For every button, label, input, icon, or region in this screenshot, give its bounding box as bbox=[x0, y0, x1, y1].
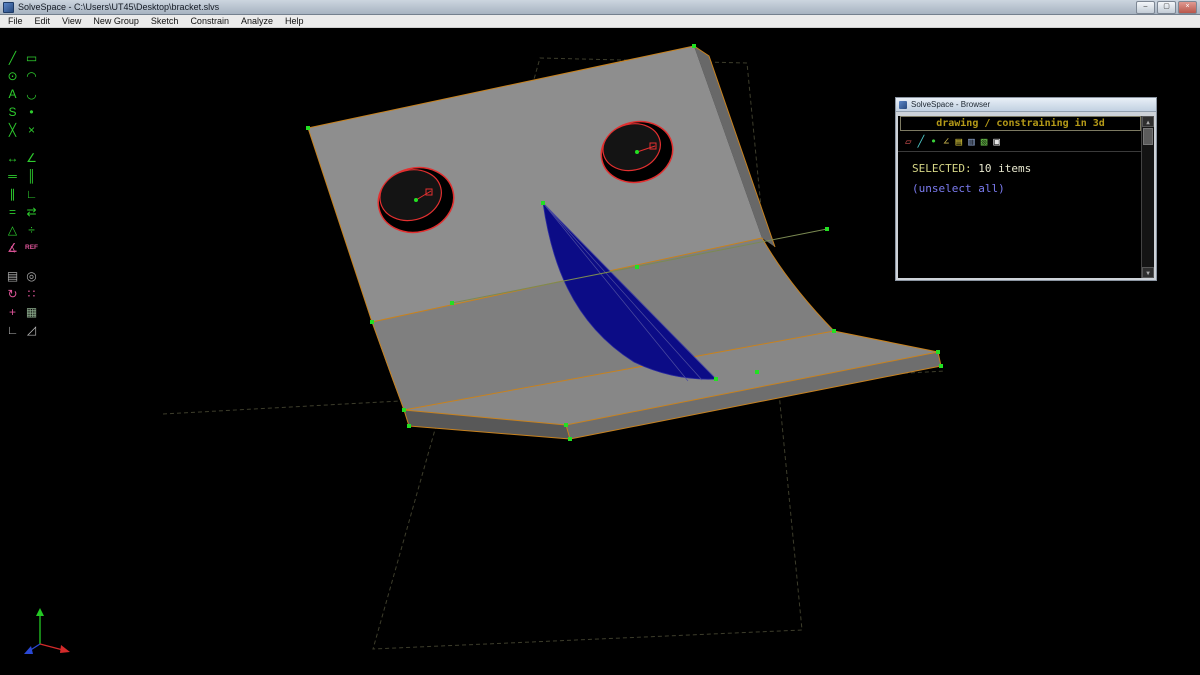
vertical-constraint-tool[interactable]: ║ bbox=[22, 168, 41, 184]
minimize-button[interactable]: – bbox=[1136, 1, 1155, 14]
menu-sketch[interactable]: Sketch bbox=[145, 15, 185, 27]
browser-app-icon bbox=[899, 101, 907, 109]
arc-tool[interactable]: ◠ bbox=[22, 68, 41, 84]
lathe-group-tool[interactable]: ◎ bbox=[22, 268, 41, 284]
step-translate-group-tool[interactable]: ∷ bbox=[22, 286, 41, 302]
axis-triad bbox=[24, 608, 70, 654]
menu-analyze[interactable]: Analyze bbox=[235, 15, 279, 27]
selection-point[interactable] bbox=[936, 350, 940, 354]
menu-constrain[interactable]: Constrain bbox=[184, 15, 235, 27]
step-rotate-group-tool[interactable]: ↻ bbox=[3, 286, 22, 302]
menu-help[interactable]: Help bbox=[279, 15, 310, 27]
menu-new-group[interactable]: New Group bbox=[87, 15, 145, 27]
browser-window[interactable]: SolveSpace - Browser drawing / constrain… bbox=[895, 97, 1157, 281]
maximize-button[interactable]: ▢ bbox=[1157, 1, 1176, 14]
sketch-in-3d-tool[interactable]: ◿ bbox=[22, 322, 41, 338]
selected-label: SELECTED: bbox=[912, 162, 972, 175]
angle-constraint-tool[interactable]: ∠ bbox=[22, 150, 41, 166]
browser-frame: drawing / constraining in 3d ▱ ╱ • ∠ ▤ ▥ ▧ ▣ SE… bbox=[896, 112, 1156, 280]
hole-center-point[interactable] bbox=[414, 198, 418, 202]
window-title: SolveSpace - C:\Users\UT45\Desktop\brack… bbox=[18, 0, 1134, 14]
angle-reference-tool[interactable]: ∡ bbox=[3, 240, 22, 256]
browser-title-bar[interactable]: SolveSpace - Browser bbox=[896, 98, 1156, 112]
selection-point[interactable] bbox=[450, 301, 454, 305]
selection-point[interactable] bbox=[755, 370, 759, 374]
circle-tool[interactable]: ⊙ bbox=[3, 68, 22, 84]
point-tool[interactable]: • bbox=[22, 104, 41, 120]
horizontal-constraint-tool[interactable]: ═ bbox=[3, 168, 22, 184]
tangent-arc-tool[interactable]: ◡ bbox=[22, 86, 41, 102]
same-orientation-constraint-tool[interactable]: △ bbox=[3, 222, 22, 238]
menu-file[interactable]: File bbox=[2, 15, 29, 27]
close-button[interactable]: × bbox=[1178, 1, 1197, 14]
selection-point[interactable] bbox=[692, 44, 696, 48]
selection-point[interactable] bbox=[568, 437, 572, 441]
app-icon bbox=[3, 2, 14, 13]
selection-point[interactable] bbox=[370, 320, 374, 324]
browser-content: drawing / constraining in 3d ▱ ╱ • ∠ ▤ ▥ ▧ ▣ SE… bbox=[898, 116, 1154, 278]
midpoint-constraint-tool[interactable]: ÷ bbox=[22, 222, 41, 238]
bezier-tool[interactable]: S bbox=[3, 104, 22, 120]
selection-status: SELECTED: 10 items bbox=[898, 152, 1154, 175]
reference-dimension-tool[interactable]: REF bbox=[22, 240, 41, 256]
link-group-tool[interactable]: ▦ bbox=[22, 304, 41, 320]
assemble-group-tool[interactable]: + bbox=[3, 304, 22, 320]
line-tool[interactable]: ╱ bbox=[3, 50, 22, 66]
selection-point[interactable] bbox=[306, 126, 310, 130]
menu-edit[interactable]: Edit bbox=[29, 15, 57, 27]
browser-title: SolveSpace - Browser bbox=[911, 98, 990, 111]
menu-view[interactable]: View bbox=[56, 15, 87, 27]
distance-constraint-tool[interactable]: ↔ bbox=[3, 150, 22, 166]
sketch-in-plane-tool[interactable]: ∟ bbox=[3, 322, 22, 338]
x-axis bbox=[40, 644, 63, 650]
hole-center-point[interactable] bbox=[635, 150, 639, 154]
extrude-group-icon[interactable]: ▤ bbox=[956, 135, 963, 148]
point-entity-icon[interactable]: • bbox=[930, 135, 937, 148]
equal-constraint-tool[interactable]: = bbox=[3, 204, 22, 220]
sketch-group-icon[interactable]: ▱ bbox=[905, 135, 912, 148]
selection-point[interactable] bbox=[564, 423, 568, 427]
scroll-thumb[interactable] bbox=[1143, 128, 1153, 145]
unselect-all-link[interactable]: (unselect all) bbox=[898, 175, 1154, 195]
selection-point[interactable] bbox=[832, 329, 836, 333]
menu-bar: FileEditViewNew GroupSketchConstrainAnal… bbox=[0, 15, 1200, 28]
title-bar: SolveSpace - C:\Users\UT45\Desktop\brack… bbox=[0, 0, 1200, 15]
selection-point[interactable] bbox=[407, 424, 411, 428]
split-curves-tool[interactable]: × bbox=[22, 122, 41, 138]
selection-point[interactable] bbox=[825, 227, 829, 231]
selection-point[interactable] bbox=[939, 364, 943, 368]
scroll-up-button[interactable]: ▲ bbox=[1142, 116, 1154, 127]
toolbar-separator bbox=[3, 140, 41, 148]
construction-tool[interactable]: ╳ bbox=[3, 122, 22, 138]
extrude-group-tool[interactable]: ▤ bbox=[3, 268, 22, 284]
line-entity-icon[interactable]: ╱ bbox=[918, 135, 925, 148]
symmetric-constraint-tool[interactable]: ⇄ bbox=[22, 204, 41, 220]
selection-point[interactable] bbox=[635, 265, 639, 269]
browser-scrollbar[interactable]: ▲ ▼ bbox=[1141, 116, 1154, 278]
angle-entity-icon[interactable]: ∠ bbox=[943, 135, 950, 148]
lathe-group-icon[interactable]: ▥ bbox=[968, 135, 975, 148]
text-tool[interactable]: A bbox=[3, 86, 22, 102]
group-icon-row: ▱ ╱ • ∠ ▤ ▥ ▧ ▣ bbox=[898, 131, 1141, 152]
active-group-icon[interactable]: ▣ bbox=[993, 135, 1000, 148]
active-group-header[interactable]: drawing / constraining in 3d bbox=[900, 116, 1141, 131]
selected-count: 10 items bbox=[978, 162, 1031, 175]
toolbar-separator bbox=[3, 258, 41, 266]
selection-point[interactable] bbox=[714, 377, 718, 381]
scroll-down-button[interactable]: ▼ bbox=[1142, 267, 1154, 278]
rectangle-tool[interactable]: ▭ bbox=[22, 50, 41, 66]
parallel-constraint-tool[interactable]: ∥ bbox=[3, 186, 22, 202]
sketch-toolbar: ╱▭⊙◠A◡S•╳×↔∠═║∥∟=⇄△÷∡REF▤◎↻∷+▦∟◿ bbox=[3, 50, 41, 338]
selection-point[interactable] bbox=[402, 408, 406, 412]
selection-point[interactable] bbox=[541, 201, 545, 205]
bracket-model[interactable] bbox=[308, 46, 941, 439]
perpendicular-constraint-tool[interactable]: ∟ bbox=[22, 186, 41, 202]
translate-group-icon[interactable]: ▧ bbox=[981, 135, 988, 148]
